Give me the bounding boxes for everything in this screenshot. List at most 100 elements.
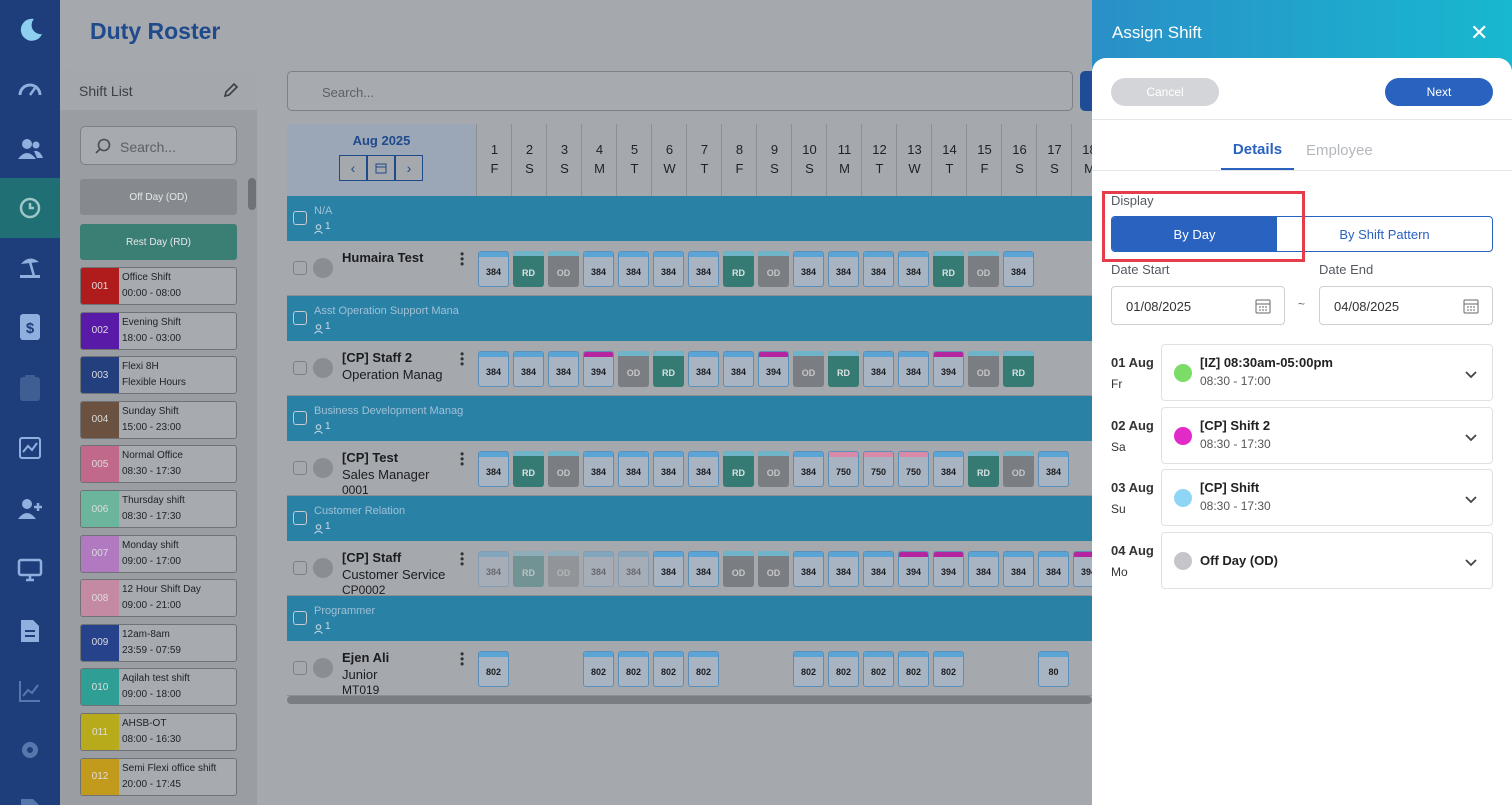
shift-cell[interactable]: OD (968, 351, 999, 387)
clipboard-icon[interactable] (0, 358, 60, 418)
shift-list-scrollbar[interactable] (248, 178, 256, 210)
date-end-field[interactable]: 04/08/2025 (1319, 286, 1493, 325)
more-options-icon[interactable]: • • • (460, 448, 464, 470)
shift-cell[interactable]: 750 (828, 451, 859, 487)
add-user-icon[interactable] (0, 479, 60, 539)
shift-cell[interactable]: 802 (653, 651, 684, 687)
shift-cell[interactable]: 384 (688, 251, 719, 287)
shift-cell[interactable]: 802 (583, 651, 614, 687)
shift-cell[interactable]: 802 (898, 651, 929, 687)
shift-cell[interactable]: 384 (478, 351, 509, 387)
shift-search-input[interactable]: Search... (80, 126, 237, 165)
calendar-button[interactable] (367, 155, 395, 181)
shift-cell[interactable]: 384 (828, 551, 859, 587)
shift-list-item[interactable]: 004 Sunday Shift 15:00 - 23:00 (80, 400, 237, 439)
shift-cell[interactable]: 394 (898, 551, 929, 587)
by-shift-pattern-button[interactable]: By Shift Pattern (1277, 217, 1492, 251)
shift-select-dropdown[interactable]: [CP] Shift 08:30 - 17:30 (1161, 469, 1493, 526)
shift-cell[interactable]: 394 (933, 351, 964, 387)
shift-list-item[interactable]: 005 Normal Office 08:30 - 17:30 (80, 445, 237, 484)
shift-list-item[interactable]: 012 Semi Flexi office shift 20:00 - 17:45 (80, 757, 237, 796)
shift-cell[interactable]: 384 (583, 451, 614, 487)
employee-checkbox[interactable] (293, 661, 307, 675)
chevron-down-icon[interactable] (1464, 555, 1478, 573)
calendar-icon[interactable] (1463, 298, 1479, 319)
app-logo[interactable] (0, 0, 60, 60)
group-checkbox[interactable] (293, 511, 307, 525)
shift-cell[interactable]: 384 (828, 251, 859, 287)
group-checkbox[interactable] (293, 211, 307, 225)
monitor-icon[interactable] (0, 540, 60, 600)
shift-cell[interactable]: 384 (618, 451, 649, 487)
shift-cell[interactable]: 802 (478, 651, 509, 687)
shift-cell[interactable]: OD (968, 251, 999, 287)
roster-search-input[interactable]: Search... (287, 71, 1073, 111)
chevron-down-icon[interactable] (1464, 492, 1478, 510)
file-icon[interactable] (0, 780, 60, 805)
shift-cell[interactable]: 384 (1003, 251, 1034, 287)
shift-cell[interactable]: 384 (688, 351, 719, 387)
tab-details[interactable]: Details (1221, 141, 1294, 158)
shift-cell[interactable]: 384 (898, 251, 929, 287)
cancel-button[interactable]: Cancel (1111, 78, 1219, 106)
dashboard-icon[interactable] (0, 60, 60, 120)
report-chart-icon[interactable] (0, 661, 60, 721)
shift-cell[interactable]: 802 (688, 651, 719, 687)
shift-cell[interactable]: 384 (1038, 451, 1069, 487)
roster-action-button[interactable] (1080, 71, 1092, 111)
shift-cell[interactable]: 384 (688, 451, 719, 487)
roster-horizontal-scrollbar[interactable] (287, 696, 1092, 704)
shift-cell[interactable]: RD (653, 351, 684, 387)
chevron-down-icon[interactable] (1464, 430, 1478, 448)
document-icon[interactable] (0, 601, 60, 661)
shift-cell[interactable]: 384 (863, 251, 894, 287)
shift-cell[interactable]: 384 (478, 251, 509, 287)
shift-cell[interactable]: OD (723, 551, 754, 587)
more-options-icon[interactable]: • • • (460, 248, 464, 270)
shift-cell[interactable]: 394 (583, 351, 614, 387)
shift-cell[interactable]: 384 (478, 451, 509, 487)
group-checkbox[interactable] (293, 311, 307, 325)
tab-employee[interactable]: Employee (1306, 142, 1373, 159)
shift-cell[interactable]: 384 (688, 551, 719, 587)
shift-cell[interactable]: 384 (653, 551, 684, 587)
shift-cell[interactable]: 384 (583, 251, 614, 287)
shift-cell[interactable]: 802 (933, 651, 964, 687)
shift-cell[interactable]: RD (723, 251, 754, 287)
shift-select-dropdown[interactable]: [IZ] 08:30am-05:00pm 08:30 - 17:00 (1161, 344, 1493, 401)
edit-pencil-icon[interactable] (222, 81, 240, 104)
shift-list-item[interactable]: 010 Aqilah test shift 09:00 - 18:00 (80, 668, 237, 707)
shift-cell[interactable]: 384 (933, 451, 964, 487)
date-start-field[interactable]: 01/08/2025 (1111, 286, 1285, 325)
shift-list-item[interactable]: 002 Evening Shift 18:00 - 03:00 (80, 311, 237, 350)
prev-month-button[interactable]: ‹ (339, 155, 367, 181)
group-checkbox[interactable] (293, 611, 307, 625)
shift-list-item[interactable]: 008 12 Hour Shift Day 09:00 - 21:00 (80, 579, 237, 618)
shift-list-item[interactable]: 007 Monday shift 09:00 - 17:00 (80, 534, 237, 573)
shift-cell[interactable]: OD (548, 451, 579, 487)
rest-day-shift[interactable]: Rest Day (RD) (80, 224, 237, 260)
shift-cell[interactable]: 384 (863, 351, 894, 387)
shift-cell[interactable]: 384 (898, 351, 929, 387)
shift-list-item[interactable]: 001 Office Shift 00:00 - 08:00 (80, 267, 237, 305)
shift-cell[interactable]: 384 (793, 251, 824, 287)
shift-cell[interactable]: 802 (863, 651, 894, 687)
shift-cell[interactable]: OD (758, 251, 789, 287)
employee-checkbox[interactable] (293, 461, 307, 475)
shift-cell[interactable]: 384 (653, 251, 684, 287)
shift-cell[interactable]: 384 (513, 351, 544, 387)
shift-cell[interactable]: 384 (653, 451, 684, 487)
shift-cell[interactable]: RD (968, 451, 999, 487)
shift-cell[interactable]: OD (1003, 451, 1034, 487)
shift-list-item[interactable]: 003 Flexi 8H Flexible Hours (80, 356, 237, 395)
off-day-shift[interactable]: Off Day (OD) (80, 179, 237, 215)
settings-gear-icon[interactable] (0, 720, 60, 780)
employee-checkbox[interactable] (293, 561, 307, 575)
shift-list-item[interactable]: 011 AHSB-OT 08:00 - 16:30 (80, 713, 237, 751)
shift-cell[interactable]: OD (548, 251, 579, 287)
shift-cell[interactable]: 384 (968, 551, 999, 587)
next-month-button[interactable]: › (395, 155, 423, 181)
shift-cell[interactable]: 802 (793, 651, 824, 687)
shift-cell[interactable]: 384 (793, 551, 824, 587)
shift-cell[interactable]: RD (1003, 351, 1034, 387)
